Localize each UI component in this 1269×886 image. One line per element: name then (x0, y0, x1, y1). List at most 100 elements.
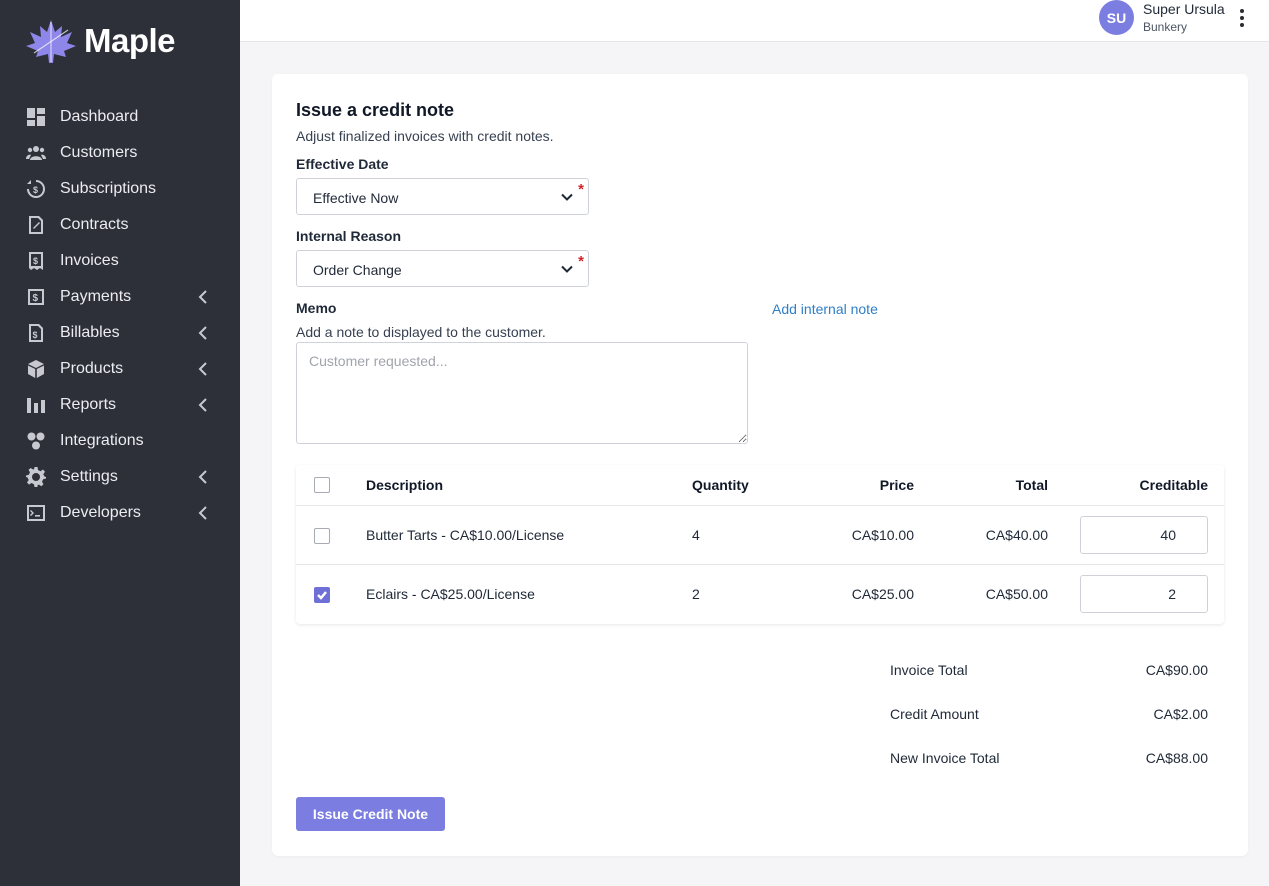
terminal-icon (25, 502, 47, 524)
row-checkbox[interactable] (314, 587, 330, 603)
issue-credit-note-button[interactable]: Issue Credit Note (296, 797, 445, 831)
required-marker: * (578, 181, 584, 198)
top-header: SU Super Ursula Bunkery (240, 0, 1269, 42)
column-header-total: Total (1015, 477, 1048, 493)
sidebar-item-label: Products (60, 360, 124, 377)
invoice-total-label: Invoice Total (890, 662, 968, 678)
credit-amount-value: CA$2.00 (1153, 706, 1208, 722)
sidebar-item-integrations[interactable]: Integrations (0, 423, 240, 459)
internal-reason-value: Order Change (313, 262, 402, 278)
sidebar-item-label: Contracts (60, 216, 129, 233)
maple-logo[interactable]: Maple (24, 18, 176, 64)
row-total: CA$40.00 (985, 527, 1048, 543)
effective-date-label: Effective Date (296, 156, 389, 172)
chevron-left-icon[interactable] (196, 289, 210, 305)
svg-text:$: $ (33, 185, 38, 195)
sidebar-item-label: Integrations (60, 432, 144, 449)
app-name: Maple (84, 22, 176, 59)
row-quantity: 4 (692, 527, 700, 543)
sidebar-item-label: Reports (60, 396, 117, 413)
chevron-down-icon (560, 262, 574, 276)
chevron-left-icon[interactable] (196, 325, 210, 341)
dashboard-icon (25, 106, 47, 128)
page-subtitle: Adjust finalized invoices with credit no… (296, 128, 554, 144)
user-name: Super Ursula (1143, 1, 1225, 17)
sidebar-item-products[interactable]: Products (0, 351, 240, 387)
avatar[interactable]: SU (1099, 0, 1134, 35)
select-all-checkbox[interactable] (314, 477, 330, 493)
sidebar: Maple Dashboard Customers $ Subscription… (0, 0, 240, 886)
sidebar-item-settings[interactable]: Settings (0, 459, 240, 495)
sidebar-item-reports[interactable]: Reports (0, 387, 240, 423)
page-title: Issue a credit note (296, 100, 455, 120)
table-row: Butter Tarts - CA$10.00/License 4 CA$10.… (296, 506, 1224, 565)
sidebar-nav: Dashboard Customers $ Subscriptions Cont… (0, 99, 240, 531)
customers-icon (25, 142, 47, 164)
sidebar-item-invoices[interactable]: $ Invoices (0, 243, 240, 279)
chevron-down-icon (560, 190, 574, 204)
integrations-icon (25, 430, 47, 452)
sidebar-item-label: Developers (60, 504, 141, 521)
sidebar-item-customers[interactable]: Customers (0, 135, 240, 171)
effective-date-value: Effective Now (313, 190, 399, 206)
row-price: CA$25.00 (851, 586, 914, 602)
sidebar-item-contracts[interactable]: Contracts (0, 207, 240, 243)
invoice-total-value: CA$90.00 (1145, 662, 1208, 678)
column-header-creditable: Creditable (1139, 477, 1208, 493)
credit-note-card: Issue a credit note Adjust finalized inv… (272, 74, 1248, 856)
sidebar-item-label: Settings (60, 468, 118, 485)
svg-text:$: $ (33, 330, 38, 340)
row-price: CA$10.00 (851, 527, 914, 543)
memo-help-text: Add a note to displayed to the customer. (296, 324, 546, 340)
contracts-icon (25, 214, 47, 236)
subscriptions-icon: $ (25, 178, 47, 200)
invoices-icon: $ (25, 250, 47, 272)
new-invoice-total-label: New Invoice Total (890, 750, 1000, 766)
memo-label: Memo (296, 300, 337, 316)
column-header-price: Price (879, 477, 914, 493)
memo-textarea[interactable] (296, 342, 748, 444)
sidebar-item-label: Customers (60, 144, 138, 161)
more-menu-icon[interactable] (1234, 4, 1250, 32)
table-row: Eclairs - CA$25.00/License 2 CA$25.00 CA… (296, 565, 1224, 624)
svg-text:$: $ (33, 293, 39, 304)
sidebar-item-payments[interactable]: $ Payments (0, 279, 240, 315)
chevron-left-icon[interactable] (196, 361, 210, 377)
gear-icon (25, 466, 47, 488)
sidebar-item-subscriptions[interactable]: $ Subscriptions (0, 171, 240, 207)
sidebar-item-developers[interactable]: Developers (0, 495, 240, 531)
table-header-row: Description Quantity Price Total Credita… (296, 465, 1224, 506)
sidebar-item-dashboard[interactable]: Dashboard (0, 99, 240, 135)
sidebar-item-label: Subscriptions (60, 180, 157, 197)
creditable-input[interactable] (1080, 575, 1208, 613)
row-description: Eclairs - CA$25.00/License (366, 586, 535, 602)
creditable-input[interactable] (1080, 516, 1208, 554)
chevron-left-icon[interactable] (196, 397, 210, 413)
row-checkbox[interactable] (314, 528, 330, 544)
svg-text:$: $ (33, 256, 38, 266)
reports-icon (25, 394, 47, 416)
effective-date-select[interactable]: Effective Now * (296, 178, 589, 215)
internal-reason-select[interactable]: Order Change * (296, 250, 589, 287)
billables-icon: $ (25, 322, 47, 344)
maple-leaf-icon (26, 20, 76, 63)
column-header-description: Description (366, 477, 444, 493)
chevron-left-icon[interactable] (196, 469, 210, 485)
row-total: CA$50.00 (985, 586, 1048, 602)
user-org: Bunkery (1143, 20, 1188, 34)
row-quantity: 2 (692, 586, 700, 602)
required-marker: * (578, 253, 584, 270)
sidebar-item-label: Dashboard (60, 108, 139, 125)
internal-reason-label: Internal Reason (296, 228, 402, 244)
checkmark-icon (317, 591, 327, 600)
sidebar-item-billables[interactable]: $ Billables (0, 315, 240, 351)
sidebar-item-label: Billables (60, 324, 120, 341)
products-icon (25, 358, 47, 380)
credit-amount-label: Credit Amount (890, 706, 979, 722)
payments-icon: $ (25, 286, 47, 308)
sidebar-item-label: Payments (60, 288, 132, 305)
add-internal-note-link[interactable]: Add internal note (772, 301, 878, 317)
chevron-left-icon[interactable] (196, 505, 210, 521)
new-invoice-total-value: CA$88.00 (1145, 750, 1208, 766)
line-items-table: Description Quantity Price Total Credita… (296, 465, 1224, 624)
